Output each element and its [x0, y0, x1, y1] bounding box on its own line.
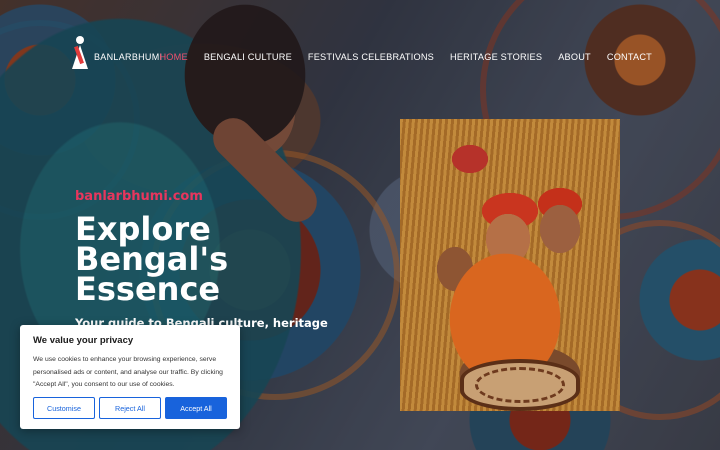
- customise-button[interactable]: Customise: [33, 397, 95, 419]
- main-nav: HOME BENGALI CULTURE FESTIVALS CELEBRATI…: [159, 52, 652, 62]
- reject-all-button[interactable]: Reject All: [99, 397, 161, 419]
- cookie-buttons: Customise Reject All Accept All: [33, 397, 227, 419]
- nav-item-festivals-celebrations[interactable]: FESTIVALS CELEBRATIONS: [308, 52, 434, 62]
- nav-item-bengali-culture[interactable]: BENGALI CULTURE: [204, 52, 292, 62]
- nav-item-home[interactable]: HOME: [159, 52, 187, 62]
- cookie-body: We use cookies to enhance your browsing …: [33, 356, 223, 388]
- dancer-logo-icon: [70, 36, 90, 70]
- cookie-consent-banner: We value your privacy We use cookies to …: [20, 325, 240, 429]
- site-logo[interactable]: BANLARBHUMI: [70, 36, 162, 70]
- festival-photo: [400, 119, 620, 411]
- nav-item-contact[interactable]: CONTACT: [607, 52, 652, 62]
- logo-text: BANLARBHUMI: [94, 52, 163, 62]
- accept-all-button[interactable]: Accept All: [165, 397, 227, 419]
- hero-eyebrow: banlarbhumi.com: [75, 189, 203, 204]
- hero-headline: Explore Bengal's Essence: [75, 210, 229, 308]
- nav-item-heritage-stories[interactable]: HERITAGE STORIES: [450, 52, 542, 62]
- drum-rope: [475, 367, 565, 403]
- cookie-title: We value your privacy: [33, 335, 134, 346]
- nav-item-about[interactable]: ABOUT: [558, 52, 591, 62]
- site-header: BANLARBHUMI HOME BENGALI CULTURE FESTIVA…: [0, 0, 720, 110]
